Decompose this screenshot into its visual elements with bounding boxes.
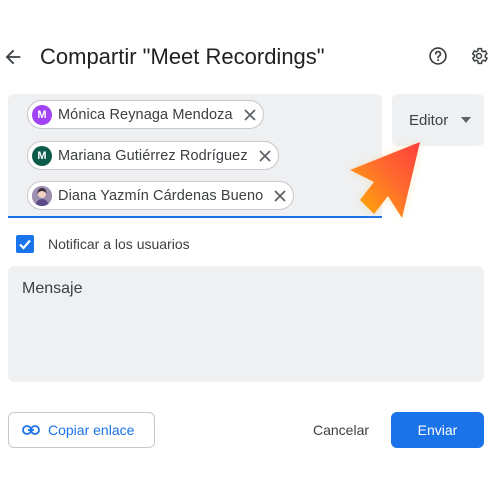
help-circle-icon[interactable] (428, 46, 448, 66)
close-icon[interactable] (243, 108, 257, 122)
avatar-photo (32, 185, 52, 206)
close-icon[interactable] (273, 189, 287, 203)
dialog-title: Compartir "Meet Recordings" (40, 44, 325, 69)
gear-icon[interactable] (469, 46, 489, 66)
recipient-chip: Diana Yazmín Cárdenas Bueno (27, 181, 295, 210)
recipient-chip: M Mariana Gutiérrez Rodríguez (27, 141, 279, 170)
copy-link-label: Copiar enlace (48, 422, 135, 438)
copy-link-button[interactable]: Copiar enlace (8, 412, 155, 448)
pointer-arrow-icon (350, 142, 420, 218)
send-button[interactable]: Enviar (391, 412, 484, 448)
notify-option: Notificar a los usuarios (16, 234, 190, 254)
close-icon[interactable] (258, 149, 272, 163)
notify-checkbox[interactable] (16, 235, 34, 253)
dialog-header: Compartir "Meet Recordings" (0, 34, 501, 86)
recipient-name: Mariana Gutiérrez Rodríguez (58, 147, 248, 164)
role-value: Editor (409, 111, 449, 129)
message-field[interactable]: Mensaje (8, 266, 484, 382)
checkmark-icon (19, 239, 31, 250)
cancel-button[interactable]: Cancelar (298, 412, 384, 448)
recipient-name: Mónica Reynaga Mendoza (58, 106, 233, 123)
avatar: M (32, 145, 52, 166)
notify-label: Notificar a los usuarios (48, 236, 190, 252)
recipient-chip: M Mónica Reynaga Mendoza (27, 100, 264, 129)
caret-down-icon (461, 117, 471, 123)
avatar: M (32, 104, 52, 125)
person-photo-icon (32, 185, 52, 206)
recipients-field[interactable]: M Mónica Reynaga Mendoza M Mariana Gutié… (8, 94, 382, 218)
link-icon (22, 425, 40, 435)
arrow-back-icon[interactable] (2, 46, 24, 68)
recipient-name: Diana Yazmín Cárdenas Bueno (58, 187, 264, 204)
message-placeholder: Mensaje (22, 280, 83, 297)
